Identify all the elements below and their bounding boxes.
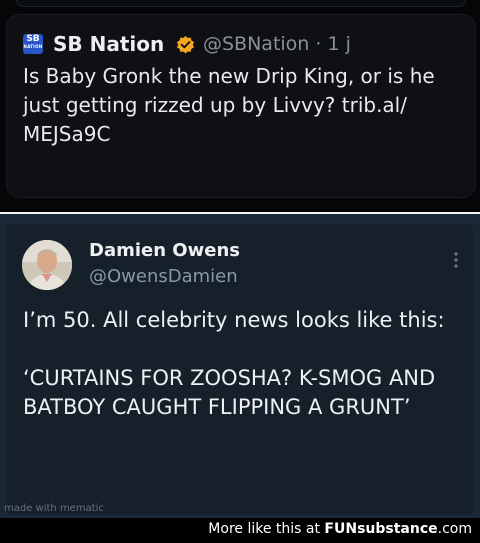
bottom-author-name[interactable]: Damien Owens	[89, 240, 240, 261]
footer-bar: More like this at FUNsubstance.com	[0, 518, 480, 543]
footer-suffix: .com	[437, 521, 472, 537]
bottom-author-handle[interactable]: @OwensDamien	[89, 266, 238, 287]
footer-brand-substance: substance	[357, 521, 438, 537]
footer-brand-fun: FUN	[324, 521, 358, 537]
sb-nation-logo[interactable]: SB NATION	[23, 34, 43, 54]
top-handle-and-time[interactable]: @SBNation · 1 j	[203, 33, 351, 55]
top-author-name[interactable]: SB Nation	[53, 32, 164, 56]
avatar[interactable]	[22, 240, 72, 290]
footer-link[interactable]: More like this at FUNsubstance.com	[208, 521, 472, 537]
mematic-watermark: made with mematic	[4, 503, 104, 514]
person-avatar-icon	[22, 240, 72, 290]
logo-text: SB	[26, 34, 40, 44]
bottom-tweet-text: I’m 50. All celebrity news looks like th…	[23, 308, 445, 419]
verified-badge-icon	[176, 35, 195, 54]
footer-prefix: More like this at	[208, 521, 325, 537]
previous-card-edge	[16, 0, 466, 7]
more-options-icon[interactable]	[453, 251, 459, 269]
logo-subtext: NATION	[23, 44, 43, 49]
top-tweet-text: Is Baby Gronk the new Drip King, or is h…	[23, 64, 435, 146]
